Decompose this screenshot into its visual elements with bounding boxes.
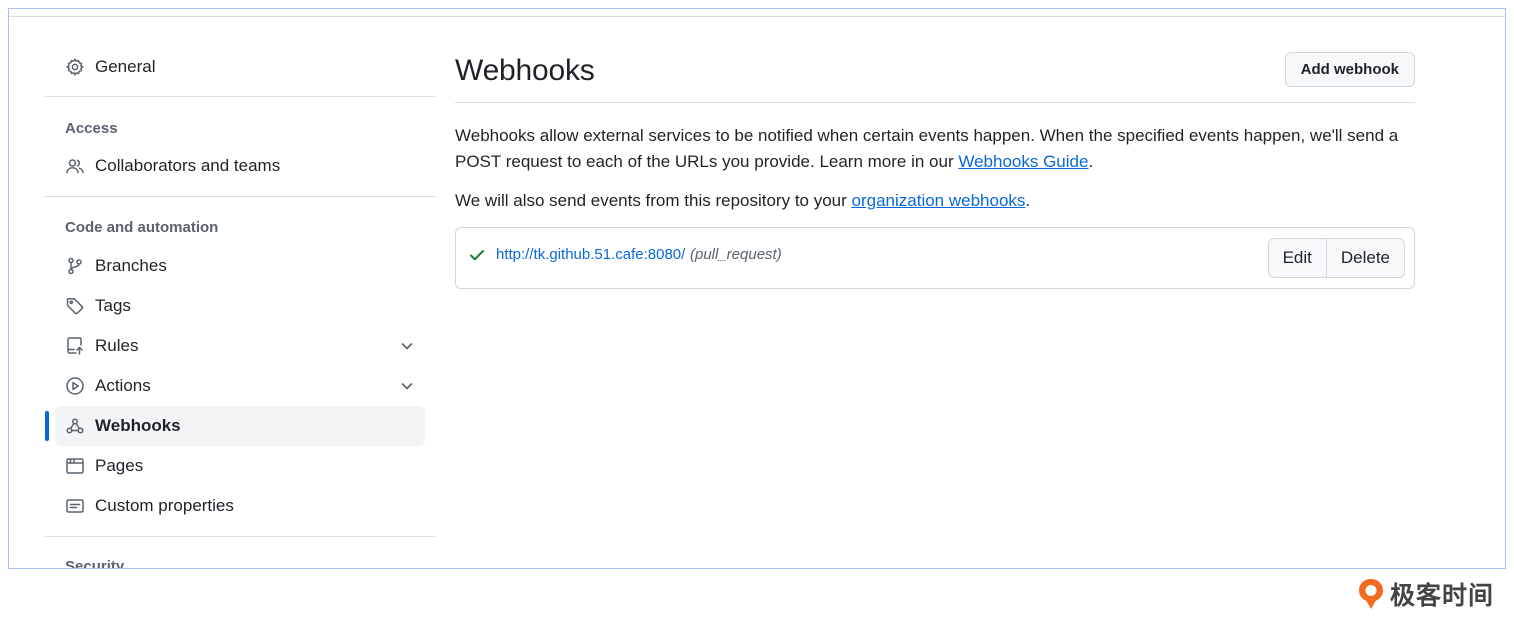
geektime-logo-icon	[1356, 577, 1386, 611]
webhook-events: (pull_request)	[690, 246, 782, 263]
webhook-url-link[interactable]: http://tk.github.51.cafe:8080/	[496, 246, 685, 263]
section-heading-security: Security	[65, 558, 125, 569]
sidebar-item-label: Rules	[95, 336, 139, 355]
settings-frame: General Access Collaborators and teams C…	[8, 8, 1506, 569]
tag-icon	[65, 296, 85, 316]
organization-webhooks-link[interactable]: organization webhooks	[852, 191, 1026, 210]
edit-button[interactable]: Edit	[1268, 239, 1326, 277]
webhook-list-item: http://tk.github.51.cafe:8080/ (pull_req…	[455, 227, 1415, 289]
delete-button[interactable]: Delete	[1325, 239, 1404, 277]
check-icon	[468, 246, 486, 264]
webhooks-main: Webhooks Add webhook Webhooks allow exte…	[455, 9, 1415, 568]
sidebar-item-label: Pages	[95, 456, 144, 475]
gear-icon	[65, 57, 85, 77]
sidebar-item-custom-properties[interactable]: Custom properties	[55, 486, 425, 526]
repo-push-icon	[65, 336, 85, 356]
sidebar-item-label: Collaborators and teams	[95, 156, 281, 175]
webhooks-description: Webhooks allow external services to be n…	[455, 123, 1415, 175]
sidebar-item-collaborators[interactable]: Collaborators and teams	[55, 146, 425, 186]
watermark-text: 极客时间	[1390, 581, 1495, 610]
sidebar-item-label: General	[95, 57, 156, 76]
sidebar-item-label: Actions	[95, 376, 151, 395]
browser-icon	[65, 456, 85, 476]
sidebar-item-actions[interactable]: Actions	[55, 366, 425, 406]
sidebar-item-label: Webhooks	[95, 416, 181, 435]
webhooks-guide-link[interactable]: Webhooks Guide	[958, 152, 1088, 171]
play-icon	[65, 376, 85, 396]
sidebar-divider	[45, 196, 435, 197]
description-text: Webhooks allow external services to be n…	[455, 126, 1399, 171]
sidebar-item-label: Tags	[95, 296, 131, 315]
description-end: .	[1088, 152, 1094, 171]
title-divider	[455, 102, 1415, 103]
sidebar-divider	[45, 96, 435, 97]
sidebar-item-tags[interactable]: Tags	[55, 286, 425, 326]
settings-sidebar: General Access Collaborators and teams C…	[45, 9, 435, 568]
active-indicator	[45, 411, 49, 441]
section-heading-access: Access	[65, 120, 118, 137]
organization-note-text: We will also send events from this repos…	[455, 191, 852, 210]
organization-note: We will also send events from this repos…	[455, 188, 1030, 214]
note-icon	[65, 496, 85, 516]
sidebar-item-pages[interactable]: Pages	[55, 446, 425, 486]
people-icon	[65, 156, 85, 176]
sidebar-item-general[interactable]: General	[55, 47, 425, 87]
sidebar-item-branches[interactable]: Branches	[55, 246, 425, 286]
section-heading-code-automation: Code and automation	[65, 219, 219, 236]
sidebar-item-webhooks[interactable]: Webhooks	[55, 406, 425, 446]
page-title: Webhooks	[455, 54, 595, 87]
add-webhook-button[interactable]: Add webhook	[1284, 52, 1415, 87]
chevron-down-icon[interactable]	[399, 378, 415, 394]
sidebar-item-rules[interactable]: Rules	[55, 326, 425, 366]
webhook-icon	[65, 416, 85, 436]
geektime-watermark: 极客时间	[1356, 576, 1494, 612]
webhook-actions: Edit Delete	[1267, 238, 1405, 278]
sidebar-divider	[45, 536, 435, 537]
sidebar-item-label: Branches	[95, 256, 167, 275]
git-branch-icon	[65, 256, 85, 276]
chevron-down-icon[interactable]	[399, 338, 415, 354]
sidebar-item-label: Custom properties	[95, 496, 234, 515]
organization-note-end: .	[1025, 191, 1031, 210]
